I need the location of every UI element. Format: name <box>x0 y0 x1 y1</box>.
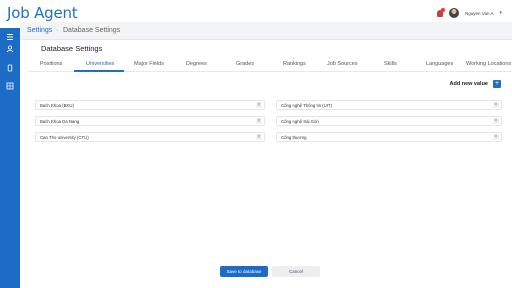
breadcrumb-current: Database Settings <box>63 27 121 34</box>
avatar[interactable] <box>449 8 460 18</box>
list-item[interactable]: Bach Khoa Da Nang × <box>35 116 265 126</box>
tab-languages[interactable]: Languages <box>426 61 453 67</box>
grid-icon[interactable] <box>6 82 14 90</box>
tab-positions[interactable]: Positions <box>40 61 62 67</box>
value-label: Bach Khoa (BKU) <box>40 103 74 108</box>
add-new-value-button[interactable]: + <box>493 80 501 88</box>
tab-universities[interactable]: Universities <box>86 61 114 67</box>
cancel-button[interactable]: Cancel <box>272 266 320 277</box>
list-item[interactable]: Can Tho university (CTU) × <box>35 132 265 142</box>
value-label: Công thương <box>281 135 307 140</box>
value-label: Bach Khoa Da Nang <box>40 119 80 124</box>
list-item[interactable]: Công nghệ Thông tin (UIT) × <box>276 100 502 110</box>
database-settings-card: Database Settings Positions Universities… <box>28 40 512 270</box>
save-to-database-button[interactable]: Save to database <box>220 266 268 277</box>
tab-major-fields[interactable]: Major Fields <box>134 61 164 67</box>
menu-icon[interactable] <box>6 33 14 41</box>
page-title: Database Settings <box>41 44 103 53</box>
tab-skills[interactable]: Skills <box>384 61 397 67</box>
notification-bell-icon[interactable] <box>437 7 446 17</box>
value-label: Can Tho university (CTU) <box>40 135 89 140</box>
breadcrumb-separator: · <box>56 27 59 34</box>
list-item[interactable]: Công nghệ Sài Gòn × <box>276 116 502 126</box>
remove-icon[interactable]: × <box>493 118 499 124</box>
add-new-value-row: Add new value + <box>449 80 501 88</box>
tab-working-locations[interactable]: Working Locations <box>466 61 511 67</box>
remove-icon[interactable]: × <box>493 134 499 140</box>
remove-icon[interactable]: × <box>493 102 499 108</box>
remove-icon[interactable]: × <box>256 118 262 124</box>
remove-icon[interactable]: × <box>256 102 262 108</box>
tab-grades[interactable]: Grades <box>236 61 254 67</box>
sidebar <box>0 28 20 288</box>
active-tab-indicator <box>74 70 124 72</box>
user-name[interactable]: Nguyen Van A <box>465 11 493 16</box>
tab-rankings[interactable]: Rankings <box>283 61 306 67</box>
list-item[interactable]: Bach Khoa (BKU) × <box>35 100 265 110</box>
remove-icon[interactable]: × <box>256 134 262 140</box>
value-label: Công nghệ Sài Gòn <box>281 119 319 124</box>
users-icon[interactable] <box>6 45 14 53</box>
value-label: Công nghệ Thông tin (UIT) <box>281 103 333 108</box>
breadcrumb-settings-link[interactable]: Settings <box>27 27 52 34</box>
settings-tabs: Positions Universities Major Fields Degr… <box>28 60 512 72</box>
tab-job-sources[interactable]: Job Sources <box>327 61 358 67</box>
phone-icon[interactable] <box>6 64 14 72</box>
list-item[interactable]: Công thương × <box>276 132 502 142</box>
tab-degrees[interactable]: Degrees <box>186 61 207 67</box>
app-logo[interactable]: Job Agent <box>7 4 78 22</box>
chevron-down-icon[interactable]: ▾ <box>499 10 502 16</box>
add-new-value-label[interactable]: Add new value <box>449 81 488 87</box>
footer-actions: Save to database Cancel <box>220 266 320 277</box>
breadcrumb: Settings · Database Settings <box>20 22 512 40</box>
user-menu[interactable]: Nguyen Van A ▾ <box>437 7 502 18</box>
